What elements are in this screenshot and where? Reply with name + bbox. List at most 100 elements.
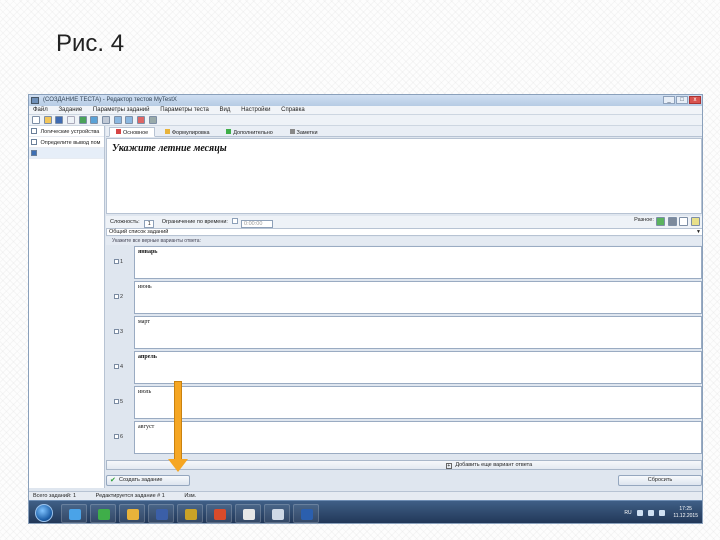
- tray-network-icon[interactable]: [648, 510, 654, 516]
- answer-text-field[interactable]: август: [134, 421, 702, 454]
- tray-volume-icon[interactable]: [658, 510, 665, 516]
- task-mode-icon[interactable]: [90, 116, 99, 124]
- mail-icon: [243, 509, 255, 520]
- taskbar-app-chart[interactable]: [264, 504, 290, 523]
- task-list-label: Логические устройства: [40, 129, 100, 135]
- refresh-icon[interactable]: [691, 217, 700, 226]
- taskbar-app-pdf[interactable]: [206, 504, 232, 523]
- menu-settings[interactable]: Настройки: [241, 106, 270, 115]
- answer-checkbox[interactable]: [114, 399, 119, 404]
- taskbar-app-mail[interactable]: [235, 504, 261, 523]
- task-list-item-selected[interactable]: [29, 148, 104, 159]
- answer-marker[interactable]: 1: [114, 259, 123, 265]
- task-group-select[interactable]: Общий список заданий ▼: [106, 228, 702, 236]
- taskbar-app-ie[interactable]: [61, 504, 87, 523]
- check-icon: ✔: [110, 477, 116, 484]
- answer-marker[interactable]: 6: [114, 434, 123, 440]
- taskbar-clock[interactable]: 17:25 11.12.2015: [673, 506, 698, 520]
- maximize-button[interactable]: □: [676, 96, 688, 104]
- taskbar-app-torrent[interactable]: [90, 504, 116, 523]
- tray-flag-icon[interactable]: [637, 510, 644, 516]
- taskbar-app-chrome[interactable]: [119, 504, 145, 523]
- media-icon[interactable]: [667, 217, 677, 226]
- answer-checkbox[interactable]: [114, 259, 119, 264]
- bottom-actions: ✔ Создать задание Сбросить: [106, 475, 702, 486]
- status-bar: Всего заданий: 1 Редактируется задание #…: [29, 491, 702, 500]
- answer-marker[interactable]: 4: [114, 364, 123, 370]
- open-folder-icon[interactable]: [43, 116, 52, 124]
- delete-icon[interactable]: [137, 116, 146, 124]
- difficulty-input[interactable]: 1: [144, 220, 155, 228]
- slide-title: Рис. 4: [56, 30, 125, 57]
- word-icon: [301, 509, 313, 520]
- menu-file[interactable]: Файл: [33, 106, 48, 115]
- menu-help[interactable]: Справка: [281, 106, 305, 115]
- annotation-arrow-head-icon: [168, 459, 188, 472]
- answer-marker[interactable]: 5: [114, 399, 123, 405]
- task-list-panel: Логические устройства Определите вывод п…: [29, 126, 105, 488]
- taskbar-app-editor[interactable]: [177, 504, 203, 523]
- plus-icon: +: [445, 463, 452, 469]
- clock-time: 17:25: [679, 506, 692, 512]
- answer-checkbox[interactable]: [114, 364, 119, 369]
- tab-additional[interactable]: Дополнительно: [219, 127, 280, 137]
- create-task-button[interactable]: ✔ Создать задание: [106, 475, 190, 486]
- save-icon[interactable]: [55, 116, 64, 124]
- add-answer-button[interactable]: + Добавить еще вариант ответа: [106, 460, 702, 470]
- answer-checkbox[interactable]: [114, 294, 119, 299]
- task-list-item[interactable]: Определите вывод пом: [29, 137, 104, 148]
- answer-checkbox[interactable]: [114, 434, 119, 439]
- move-up-icon[interactable]: [113, 116, 122, 124]
- image-icon[interactable]: [656, 217, 666, 226]
- title-bar: (СОЗДАНИЕ ТЕСТА) - Редактор тестов MyTes…: [29, 95, 702, 106]
- separator-icon: [67, 116, 76, 124]
- answer-marker[interactable]: 2: [114, 294, 123, 300]
- time-limit-input[interactable]: 0:00:00: [241, 220, 274, 228]
- minimize-button[interactable]: _: [663, 96, 675, 104]
- time-limit-label: Ограничение по времени:: [161, 219, 228, 225]
- ie-icon: [69, 509, 81, 520]
- taskbar-app-floppy[interactable]: [148, 504, 174, 523]
- answer-row: 1 январь: [106, 246, 702, 280]
- task-checkbox[interactable]: [31, 139, 37, 145]
- add-task-icon[interactable]: [78, 116, 87, 124]
- close-button[interactable]: x: [689, 96, 701, 104]
- window-title: (СОЗДАНИЕ ТЕСТА) - Редактор тестов MyTes…: [43, 97, 177, 103]
- app-icon: [31, 97, 39, 104]
- menu-task[interactable]: Задание: [58, 106, 82, 115]
- clock-date: 11.12.2015: [673, 513, 698, 519]
- tab-main[interactable]: Основное: [109, 127, 156, 137]
- menu-test-params[interactable]: Параметры теста: [160, 106, 209, 115]
- menu-task-params[interactable]: Параметры заданий: [93, 106, 150, 115]
- answer-checkbox[interactable]: [114, 329, 119, 334]
- settings-icon[interactable]: [148, 116, 157, 124]
- status-editing: Редактируется задание # 1: [95, 493, 165, 499]
- status-type: Изм.: [184, 493, 197, 499]
- add-answer-label: Добавить еще вариант ответа: [455, 462, 533, 468]
- answer-text-field[interactable]: апрель: [134, 351, 702, 384]
- menu-view[interactable]: Вид: [220, 106, 231, 115]
- task-checkbox[interactable]: [31, 150, 37, 156]
- answer-row: 5 июль: [106, 386, 702, 420]
- tab-formulation[interactable]: Формулировка: [158, 127, 217, 137]
- answer-text-field[interactable]: июнь: [134, 281, 702, 314]
- taskbar-app-word[interactable]: [293, 504, 319, 523]
- additional-tab-icon: [226, 129, 232, 134]
- answer-row: 4 апрель: [106, 351, 702, 385]
- tray-language[interactable]: RU: [624, 510, 631, 516]
- task-list-item[interactable]: Логические устройства: [29, 126, 104, 137]
- answer-text-field[interactable]: июль: [134, 386, 702, 419]
- start-button[interactable]: [35, 504, 53, 522]
- reset-button[interactable]: Сбросить: [618, 475, 702, 486]
- task-checkbox[interactable]: [31, 128, 37, 134]
- answer-marker[interactable]: 3: [114, 329, 123, 335]
- wand-icon[interactable]: [102, 116, 111, 124]
- question-text-editor[interactable]: Укажите летние месяцы: [106, 138, 702, 214]
- blank-icon[interactable]: [679, 217, 689, 226]
- answer-text-field[interactable]: март: [134, 316, 702, 349]
- tab-notes[interactable]: Заметки: [283, 127, 325, 137]
- move-down-icon[interactable]: [125, 116, 134, 124]
- new-file-icon[interactable]: [32, 116, 40, 124]
- time-limit-checkbox[interactable]: [231, 218, 238, 224]
- answer-text-field[interactable]: январь: [134, 246, 702, 279]
